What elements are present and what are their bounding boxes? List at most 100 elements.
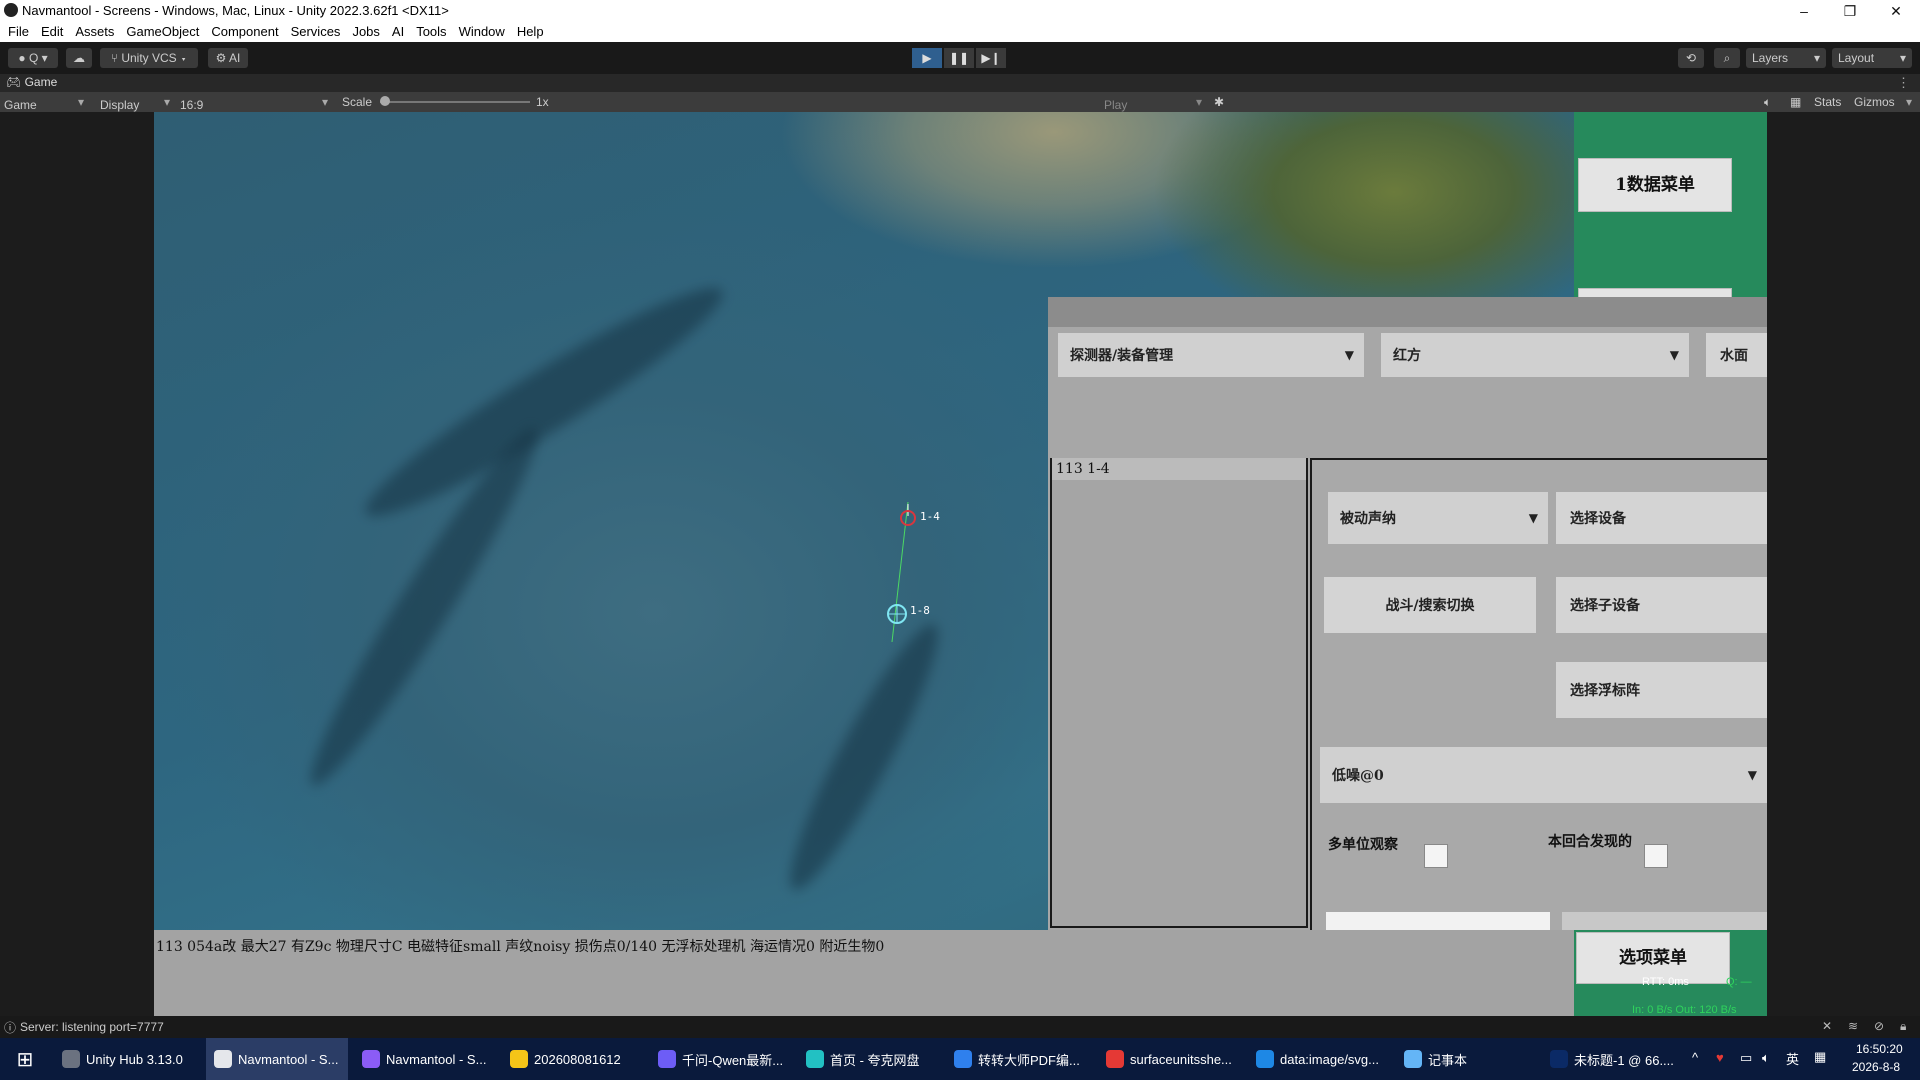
- pause-button[interactable]: ❚❚: [944, 48, 974, 68]
- taskbar-item-label: 未标题-1 @ 66....: [1574, 1052, 1674, 1068]
- taskbar-item[interactable]: 未标题-1 @ 66....: [1542, 1038, 1684, 1080]
- noise-dropdown[interactable]: 低噪@0 ▼: [1320, 747, 1767, 803]
- menu-tools[interactable]: Tools: [410, 22, 452, 42]
- layers-dropdown[interactable]: Layers ▾: [1746, 48, 1826, 68]
- rtt-readout: RTT: 0ms: [1642, 976, 1689, 988]
- taskbar-item[interactable]: 千问-Qwen最新...: [650, 1038, 792, 1080]
- game-tab-row: 🎮︎ Game ⋮: [0, 74, 1920, 92]
- sensor-dropdown[interactable]: 被动声纳 ▼: [1328, 492, 1548, 544]
- grid-icon[interactable]: ▦: [1790, 95, 1801, 109]
- menu-gameobject[interactable]: GameObject: [120, 22, 205, 42]
- close-icon[interactable]: ✕: [1876, 1, 1916, 21]
- play-button[interactable]: ▶: [912, 48, 942, 68]
- input-field[interactable]: [1326, 912, 1550, 930]
- windows-start-icon[interactable]: ⊞: [10, 1038, 40, 1080]
- tray-calendar-icon[interactable]: ▦: [1814, 1049, 1826, 1065]
- chevron-down-icon: ▾: [78, 95, 85, 109]
- menu-services[interactable]: Services: [285, 22, 347, 42]
- tray-chevron-icon[interactable]: ^: [1692, 1050, 1698, 1065]
- found-this-round-label: 本回合发现的: [1548, 834, 1632, 850]
- history-button[interactable]: ⟲: [1678, 48, 1704, 68]
- data-menu-button[interactable]: 1数据菜单: [1578, 158, 1732, 212]
- side-dropdown[interactable]: 红方 ▼: [1381, 333, 1689, 377]
- status-bar: ⓘ Server: listening port=7777 ✕ ≋ ⊘ 🔒︎: [0, 1016, 1920, 1038]
- more-options-icon[interactable]: ⋮: [1897, 75, 1910, 91]
- play-icon: ▶: [922, 51, 932, 65]
- windows-taskbar: ⊞ Unity Hub 3.13.0 Navmantool - S... Navma…: [0, 1038, 1920, 1080]
- menu-edit[interactable]: Edit: [35, 22, 69, 42]
- taskbar-item[interactable]: Navmantool - S...: [354, 1038, 496, 1080]
- triangle-down-icon: ▼: [1747, 768, 1757, 782]
- tray-volume-icon[interactable]: 🔈︎: [1762, 1050, 1770, 1066]
- audio-icon[interactable]: 🔈︎: [1764, 95, 1771, 110]
- taskbar-item[interactable]: 转转大师PDF编...: [946, 1038, 1088, 1080]
- vcs-button[interactable]: ⑂ Unity VCS ▾: [100, 48, 198, 68]
- status-message[interactable]: Server: listening port=7777: [20, 1020, 164, 1034]
- restore-icon[interactable]: ❐: [1830, 1, 1870, 21]
- list-item[interactable]: 113 1-4: [1052, 458, 1306, 480]
- combat-search-toggle-button[interactable]: 战斗/搜索切换: [1324, 577, 1536, 633]
- select-buoy-button[interactable]: 选择浮标阵: [1556, 662, 1767, 718]
- multi-observe-checkbox[interactable]: [1424, 844, 1448, 868]
- branch-icon: ⑂: [110, 51, 118, 65]
- cloud-button[interactable]: ☁: [66, 48, 92, 68]
- ai-button[interactable]: ⚙ AI: [208, 48, 248, 68]
- tray-shield-icon[interactable]: ♥: [1716, 1050, 1724, 1065]
- bug-icon[interactable]: ✱: [1214, 95, 1224, 109]
- network-icon[interactable]: ✕: [1822, 1019, 1832, 1033]
- select-subdevice-button[interactable]: 选择子设备: [1556, 577, 1767, 633]
- category-dropdown[interactable]: 探测器/装备管理 ▼: [1058, 333, 1364, 377]
- tray-network-icon[interactable]: ▭: [1740, 1050, 1752, 1066]
- taskbar-item-label: 转转大师PDF编...: [978, 1052, 1080, 1068]
- minimize-icon[interactable]: –: [1784, 1, 1824, 21]
- taskbar-item[interactable]: 202608081612: [502, 1038, 644, 1080]
- menu-assets[interactable]: Assets: [69, 22, 120, 42]
- menu-ai[interactable]: AI: [386, 22, 410, 42]
- window-title: Navmantool - Screens - Windows, Mac, Lin…: [22, 3, 449, 18]
- select-device-button[interactable]: 选择设备: [1556, 492, 1767, 544]
- menu-help[interactable]: Help: [511, 22, 550, 42]
- lock-icon[interactable]: 🔒︎: [1900, 1019, 1906, 1034]
- pause-icon: ❚❚: [948, 51, 970, 65]
- menu-window[interactable]: Window: [453, 22, 511, 42]
- partial-button[interactable]: [1562, 912, 1767, 930]
- taskbar-item-label: 首页 - 夸克网盘: [830, 1052, 920, 1068]
- taskbar-item-label: Navmantool - S...: [386, 1051, 487, 1067]
- taskbar-item-label: 记事本: [1428, 1052, 1468, 1068]
- menu-file[interactable]: File: [0, 22, 35, 42]
- surface-button[interactable]: 水面: [1706, 333, 1767, 377]
- gizmos-button[interactable]: Gizmos: [1854, 95, 1895, 109]
- stack-icon[interactable]: ≋: [1848, 1019, 1858, 1033]
- debug-icon[interactable]: ⊘: [1874, 1019, 1884, 1033]
- game-view: 1-4 1-8 1数据菜单 选项菜单 RTT: 0ms Q: — In: 0 B…: [0, 112, 1920, 1016]
- marker-label: 1-4: [920, 510, 940, 523]
- unit-list[interactable]: 113 1-4: [1050, 458, 1308, 928]
- tab-game[interactable]: 🎮︎ Game: [6, 75, 57, 89]
- clock-time[interactable]: 16:50:20: [1856, 1042, 1903, 1056]
- stats-button[interactable]: Stats: [1814, 95, 1841, 109]
- scale-slider-handle[interactable]: [380, 96, 390, 106]
- taskbar-item-label: 千问-Qwen最新...: [682, 1052, 784, 1068]
- taskbar-item[interactable]: 首页 - 夸克网盘: [798, 1038, 940, 1080]
- menu-component[interactable]: Component: [205, 22, 284, 42]
- found-this-round-checkbox[interactable]: [1644, 844, 1668, 868]
- taskbar-item[interactable]: Navmantool - S...: [206, 1038, 348, 1080]
- menu-jobs[interactable]: Jobs: [346, 22, 385, 42]
- ime-indicator[interactable]: 英: [1786, 1049, 1799, 1068]
- taskbar-item-label: 202608081612: [534, 1051, 621, 1067]
- taskbar-item[interactable]: Unity Hub 3.13.0: [54, 1038, 196, 1080]
- q-readout: Q: —: [1726, 976, 1752, 988]
- taskbar-item[interactable]: data:image/svg...: [1248, 1038, 1390, 1080]
- taskbar-item[interactable]: surfaceunitsshe...: [1098, 1038, 1240, 1080]
- chevron-down-icon: ▾: [1813, 51, 1820, 65]
- taskbar-item-label: Unity Hub 3.13.0: [86, 1051, 183, 1067]
- taskbar-item[interactable]: 记事本: [1396, 1038, 1538, 1080]
- triangle-down-icon: ▼: [1669, 348, 1679, 362]
- clock-date[interactable]: 2026-8-8: [1852, 1060, 1900, 1074]
- layout-dropdown[interactable]: Layout ▾: [1832, 48, 1912, 68]
- account-button[interactable]: ● Q ▾: [8, 48, 58, 68]
- unit-info-text: 113 054a改 最大27 有Z9c 物理尺寸C 电磁特征small 声纹no…: [156, 939, 885, 955]
- search-button[interactable]: ⌕: [1714, 48, 1740, 68]
- scale-slider[interactable]: [380, 101, 530, 103]
- step-button[interactable]: ▶❙: [976, 48, 1006, 68]
